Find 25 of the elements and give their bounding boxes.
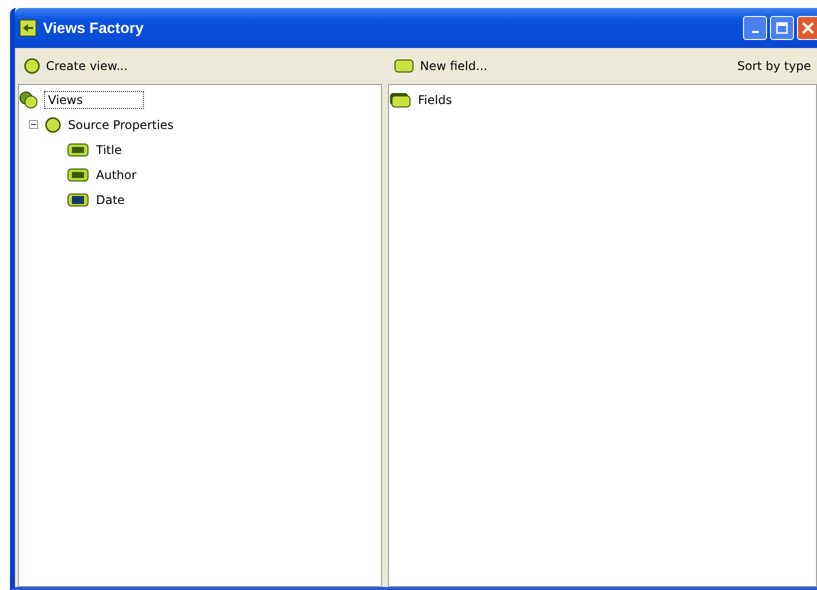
tree-item[interactable]: Author (92, 166, 140, 184)
close-button[interactable] (797, 16, 817, 40)
minimize-icon (752, 31, 758, 33)
circle-icon (45, 116, 61, 132)
create-view-button[interactable]: Create view... (22, 56, 130, 76)
app-icon (19, 19, 37, 37)
text-field-icon (67, 142, 89, 156)
tag-icon (394, 59, 414, 73)
tree-item[interactable]: Date (92, 190, 129, 208)
maximize-button[interactable] (770, 16, 794, 40)
tree-item[interactable]: Title (92, 140, 126, 158)
text-field-icon (67, 168, 89, 182)
tree-item[interactable]: Fields (414, 90, 456, 108)
window-title: Views Factory (43, 20, 144, 36)
new-field-button[interactable]: New field... (392, 57, 490, 75)
circle-icon (24, 58, 40, 74)
date-field-icon (67, 192, 89, 206)
folder-icon (389, 92, 411, 108)
minimize-button[interactable] (743, 16, 767, 40)
sort-button[interactable]: Sort by type (735, 57, 813, 75)
maximize-icon (776, 22, 788, 34)
collapse-toggle[interactable] (29, 120, 38, 129)
tree-item[interactable]: Views (44, 90, 144, 108)
close-icon (802, 22, 814, 34)
tree-item[interactable]: Source Properties (64, 116, 178, 134)
